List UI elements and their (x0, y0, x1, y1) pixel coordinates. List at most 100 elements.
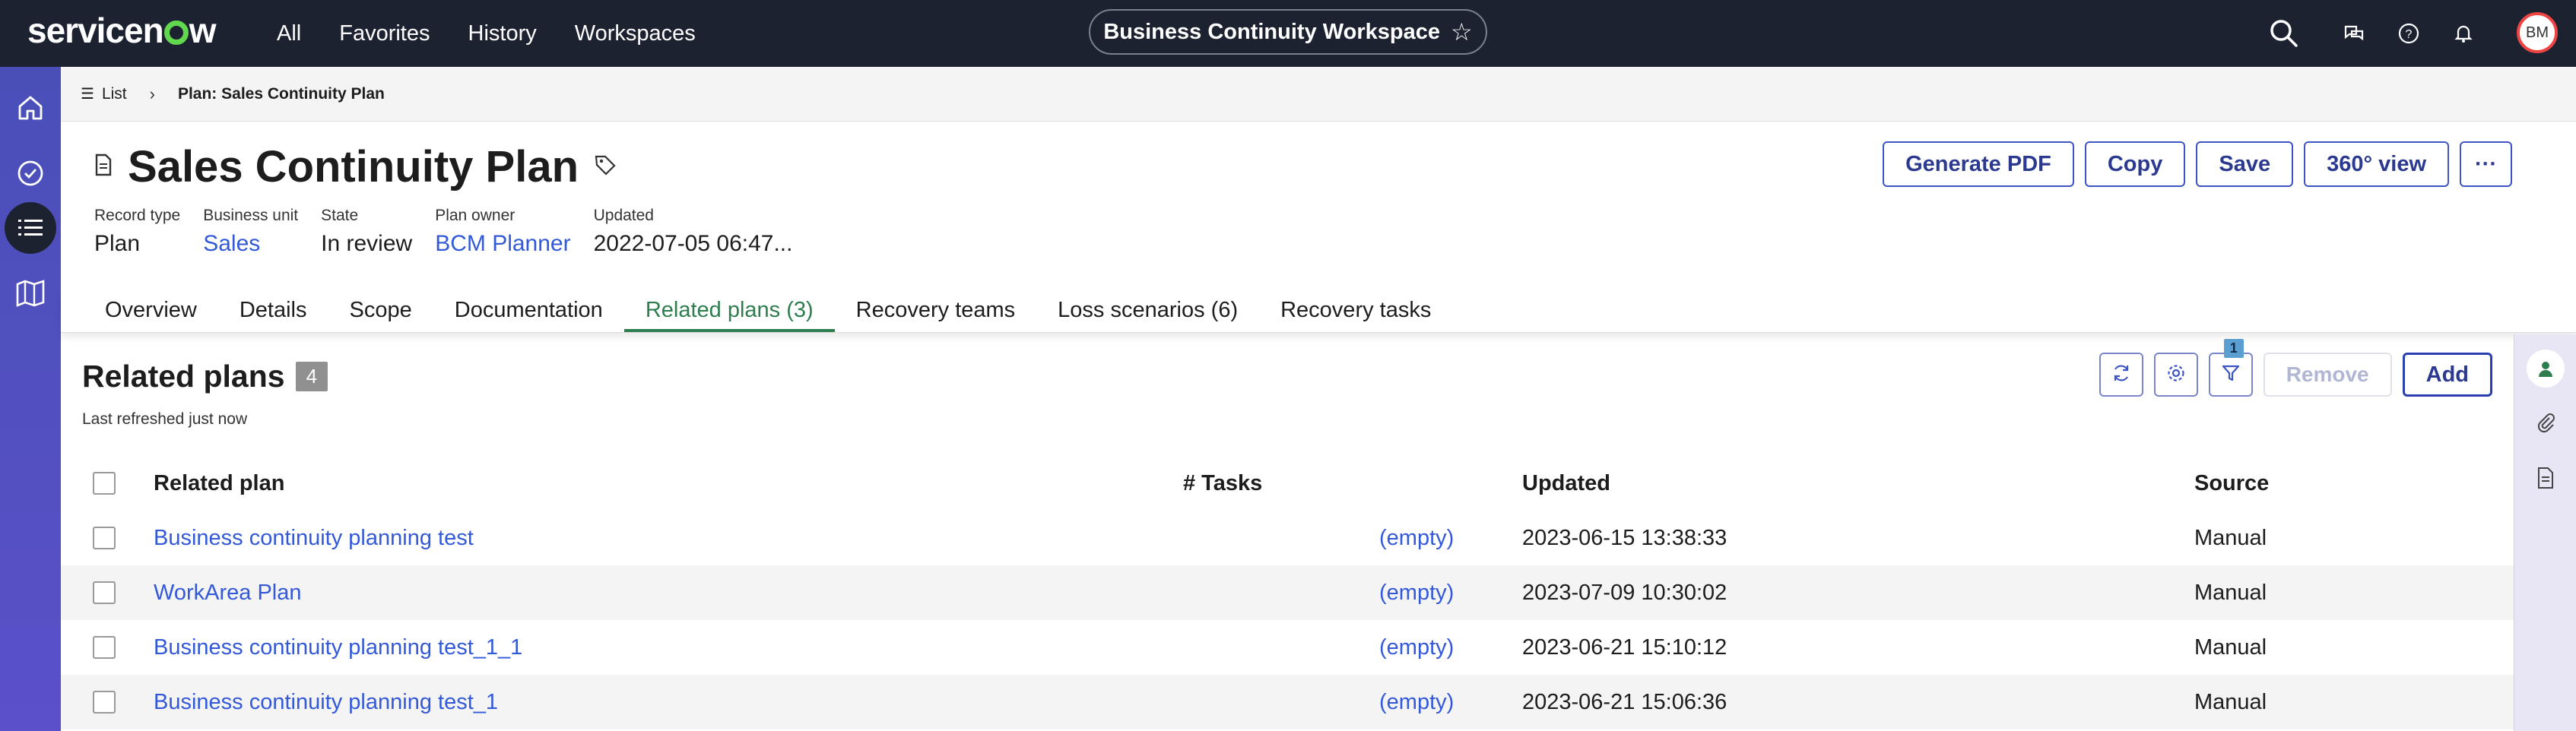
tab-overview[interactable]: Overview (84, 289, 218, 332)
meta-label: Business unit (203, 207, 299, 224)
context-side-panel (2514, 334, 2576, 731)
generate-pdf-button[interactable]: Generate PDF (1883, 141, 2074, 187)
tasks-value-link[interactable]: (empty) (1379, 690, 1454, 715)
remove-button[interactable]: Remove (2263, 353, 2392, 397)
tab-recovery-tasks[interactable]: Recovery tasks (1259, 289, 1452, 332)
row-checkbox[interactable] (93, 691, 116, 714)
section-title: Related plans (82, 359, 285, 394)
updated-value: 2023-06-21 15:10:12 (1522, 634, 1727, 660)
row-checkbox[interactable] (93, 636, 116, 659)
add-button[interactable]: Add (2402, 353, 2492, 397)
meta-business-unit: Business unit Sales (203, 207, 298, 257)
copy-button[interactable]: Copy (2084, 141, 2186, 187)
help-icon[interactable]: ? (2390, 15, 2427, 52)
meta-value: Plan (94, 231, 141, 256)
nav-history[interactable]: History (468, 0, 537, 67)
user-icon[interactable] (2527, 350, 2565, 388)
column-header-tasks[interactable]: # Tasks (1183, 471, 1262, 496)
main-nav: All Favorites History Workspaces (277, 0, 734, 67)
map-icon[interactable] (5, 267, 56, 319)
tab-scope[interactable]: Scope (328, 289, 433, 332)
record-meta: Record type Plan Business unit Sales Sta… (94, 207, 792, 257)
tab-loss-scenarios[interactable]: Loss scenarios (6) (1036, 289, 1259, 332)
refresh-button[interactable] (2099, 353, 2143, 397)
tab-documentation[interactable]: Documentation (433, 289, 624, 332)
svg-text:?: ? (2406, 28, 2413, 41)
attachment-icon[interactable] (2527, 404, 2565, 442)
filter-count-badge: 1 (2223, 339, 2244, 358)
related-plan-link[interactable]: WorkArea Plan (154, 581, 302, 606)
column-header-updated[interactable]: Updated (1522, 471, 1610, 496)
nav-all[interactable]: All (277, 0, 301, 67)
document-icon (94, 153, 113, 180)
source-value: Manual (2194, 689, 2267, 714)
workspace-title: Business Continuity Workspace (1103, 19, 1440, 44)
view-360-button[interactable]: 360° view (2304, 141, 2450, 187)
column-header-related-plan[interactable]: Related plan (154, 471, 284, 496)
tasks-value-link[interactable]: (empty) (1379, 581, 1454, 606)
filter-button[interactable]: 1 (2208, 339, 2253, 397)
select-all-checkbox[interactable] (93, 472, 116, 495)
table-row: Business continuity planning test_1 (emp… (61, 675, 2514, 729)
breadcrumb: ☰ List › Plan: Sales Continuity Plan (61, 67, 2576, 122)
more-actions-button[interactable]: ··· (2460, 141, 2512, 187)
workspace-title-pill[interactable]: Business Continuity Workspace ☆ (1089, 9, 1487, 55)
notification-bell-icon[interactable] (2445, 15, 2482, 52)
tasks-value-link[interactable]: (empty) (1379, 526, 1454, 551)
breadcrumb-list-link[interactable]: ☰ List (81, 84, 127, 103)
document-icon[interactable] (2527, 459, 2565, 497)
related-plans-table: Related plan # Tasks Updated Source Busi… (61, 456, 2514, 729)
refresh-icon (2111, 362, 2132, 388)
source-value: Manual (2194, 525, 2267, 550)
filter-icon (2220, 362, 2241, 388)
nav-favorites[interactable]: Favorites (339, 0, 430, 67)
count-badge: 4 (295, 362, 328, 391)
left-rail (0, 67, 61, 731)
tab-related-plans[interactable]: Related plans (3) (623, 289, 835, 332)
chat-icon[interactable] (2336, 15, 2372, 52)
row-checkbox[interactable] (93, 581, 116, 604)
breadcrumb-current: Plan: Sales Continuity Plan (177, 84, 385, 103)
tasks-value-link[interactable]: (empty) (1379, 635, 1454, 660)
checkmark-icon[interactable] (5, 147, 56, 199)
top-navigation-bar: servicen w All Favorites History Workspac… (0, 0, 2576, 67)
user-avatar[interactable]: BM (2517, 12, 2558, 53)
list-icon[interactable] (5, 202, 56, 254)
chevron-right-icon: › (149, 84, 155, 103)
search-icon[interactable] (2266, 15, 2302, 52)
related-plan-link[interactable]: Business continuity planning test_1_1 (154, 635, 522, 660)
tab-recovery-teams[interactable]: Recovery teams (835, 289, 1037, 332)
source-value: Manual (2194, 580, 2267, 605)
tab-details[interactable]: Details (218, 289, 328, 332)
meta-state: State In review (321, 207, 412, 257)
meta-record-type: Record type Plan (94, 207, 180, 257)
meta-value: In review (321, 231, 413, 256)
updated-value: 2023-06-15 13:38:33 (1522, 525, 1727, 550)
settings-button[interactable] (2153, 353, 2198, 397)
business-unit-link[interactable]: Sales (203, 231, 298, 257)
plan-owner-link[interactable]: BCM Planner (435, 231, 570, 257)
table-row: WorkArea Plan (empty) 2023-07-09 10:30:0… (61, 565, 2514, 620)
star-icon[interactable]: ☆ (1451, 17, 1473, 46)
meta-label: Plan owner (435, 207, 516, 224)
related-plan-link[interactable]: Business continuity planning test (154, 526, 474, 551)
meta-value: 2022-07-05 06:47... (593, 231, 793, 256)
servicenow-logo[interactable]: servicen w (27, 9, 216, 52)
save-button[interactable]: Save (2196, 141, 2294, 187)
meta-plan-owner: Plan owner BCM Planner (435, 207, 570, 257)
meta-label: State (321, 207, 359, 224)
related-plan-link[interactable]: Business continuity planning test_1 (154, 690, 498, 715)
tag-icon[interactable] (594, 153, 617, 180)
breadcrumb-list-label: List (101, 84, 127, 103)
meta-updated: Updated 2022-07-05 06:47... (594, 207, 793, 257)
column-header-source[interactable]: Source (2194, 471, 2269, 496)
meta-label: Record type (94, 207, 181, 224)
row-checkbox[interactable] (93, 527, 116, 549)
table-row: Business continuity planning test_1_1 (e… (61, 620, 2514, 675)
related-plans-panel: Related plans 4 Last refreshed just now … (61, 334, 2514, 731)
gear-icon (2165, 362, 2187, 388)
nav-workspaces[interactable]: Workspaces (575, 0, 696, 67)
home-icon[interactable] (5, 82, 56, 134)
table-row: Business continuity planning test (empty… (61, 511, 2514, 565)
record-tabs: Overview Details Scope Documentation Rel… (61, 289, 2576, 333)
